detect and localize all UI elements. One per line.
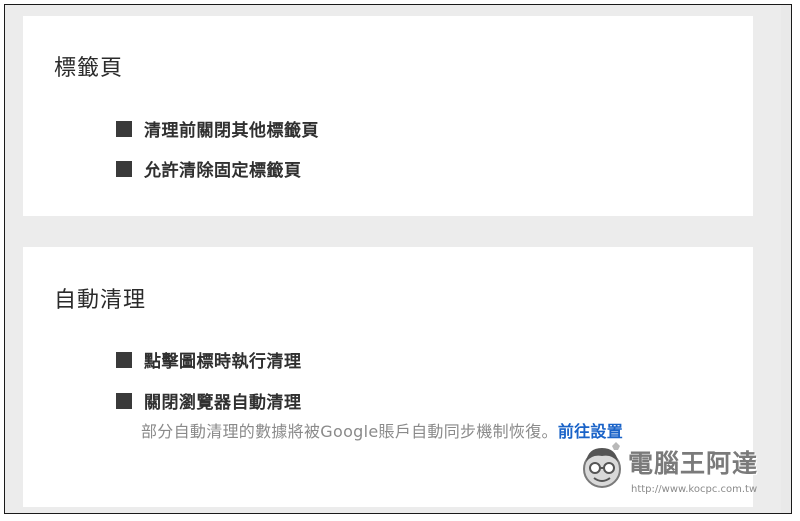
- mascot-face-icon: [583, 442, 621, 488]
- allow-pinned-tabs-checkbox[interactable]: [116, 160, 132, 177]
- watermark: 電腦王阿達 http://www.kocpc.com.tw: [576, 436, 786, 500]
- clean-on-browser-close-checkbox[interactable]: [116, 392, 132, 409]
- clean-on-browser-close-option[interactable]: 關閉瀏覽器自動清理: [116, 388, 302, 413]
- clean-on-icon-click-checkbox[interactable]: [116, 351, 132, 368]
- tabs-section-title: 標籤頁: [54, 56, 124, 81]
- allow-pinned-tabs-label: 允許清除固定標籤頁: [144, 161, 302, 181]
- clean-on-icon-click-label: 點擊圖標時執行清理: [144, 352, 302, 372]
- watermark-url: http://www.kocpc.com.tw: [631, 484, 758, 495]
- close-other-tabs-checkbox[interactable]: [116, 120, 132, 137]
- sync-notice-text: 部分自動清理的數據將被Google賬戶自動同步機制恢復。: [141, 422, 558, 441]
- tabs-settings-card: 標籤頁 清理前關閉其他標籤頁 允許清除固定標籤頁: [23, 16, 753, 216]
- allow-pinned-tabs-option[interactable]: 允許清除固定標籤頁: [116, 156, 302, 181]
- close-other-tabs-label: 清理前關閉其他標籤頁: [144, 121, 319, 141]
- close-other-tabs-option[interactable]: 清理前關閉其他標籤頁: [116, 116, 319, 141]
- auto-clean-section-title: 自動清理: [54, 288, 147, 313]
- clean-on-icon-click-option[interactable]: 點擊圖標時執行清理: [116, 347, 302, 372]
- clean-on-browser-close-label: 關閉瀏覽器自動清理: [144, 393, 302, 413]
- watermark-title: 電腦王阿達: [628, 449, 759, 478]
